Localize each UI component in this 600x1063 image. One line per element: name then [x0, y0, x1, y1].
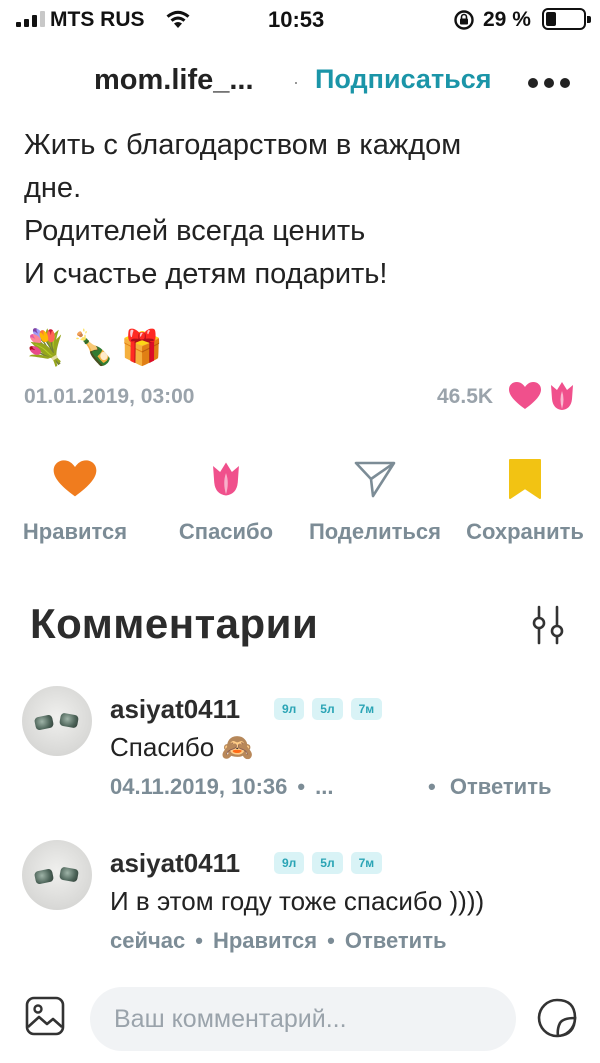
- bouquet-emoji: 💐: [24, 329, 67, 367]
- post-line: Родителей всегда ценить: [24, 215, 366, 247]
- post-line: Жить с благодарством в каждом: [24, 129, 462, 161]
- share-label: Поделиться: [308, 519, 442, 544]
- status-bar: MTS RUS 10:53 29 %: [0, 0, 600, 40]
- thanks-label: Спасибо: [178, 519, 274, 544]
- child-badge: 5л: [312, 698, 343, 720]
- send-icon: [300, 455, 450, 503]
- comment-username[interactable]: asiyat0411: [110, 848, 240, 879]
- comment-meta: сейчас • Нравится • Ответить: [110, 928, 447, 954]
- comment-date: сейчас: [110, 928, 186, 953]
- tulip-icon: [545, 379, 579, 418]
- comments-title: Комментарии: [30, 600, 319, 647]
- meta-separator: •: [428, 774, 436, 799]
- signal-icon: [16, 11, 45, 27]
- bookmark-icon: [458, 455, 592, 503]
- comment-composer: [0, 985, 600, 1057]
- more-options-icon[interactable]: [528, 78, 570, 88]
- comment-item: asiyat0411 9л 5л 7м И в этом году тоже с…: [0, 840, 600, 960]
- share-button[interactable]: Поделиться: [300, 455, 450, 545]
- rotation-lock-icon: [453, 9, 475, 36]
- post-emojis: 💐 🍾 🎁: [24, 328, 163, 368]
- avatar[interactable]: [22, 840, 92, 910]
- comment-meta: 04.11.2019, 10:36 • ...: [110, 774, 333, 800]
- meta-separator: •: [297, 774, 306, 799]
- post-header: mom.life_... · Подписаться: [0, 54, 600, 106]
- battery-icon: [542, 8, 591, 30]
- child-badges: 9л 5л 7м: [274, 698, 383, 720]
- post-body: Жить с благодарством в каждом дне. Родит…: [24, 124, 584, 296]
- child-badge: 9л: [274, 698, 305, 720]
- sticker-icon[interactable]: [536, 997, 578, 1044]
- thanks-button[interactable]: Спасибо: [168, 455, 284, 545]
- battery-percent: 29 %: [483, 8, 531, 31]
- child-badge: 7м: [350, 698, 383, 720]
- comment-reply-group: • Ответить: [428, 774, 552, 800]
- post-line: дне.: [24, 172, 82, 204]
- post-date: 01.01.2019, 03:00: [24, 385, 195, 408]
- meta-separator: •: [195, 928, 203, 953]
- reply-link[interactable]: Ответить: [345, 928, 447, 954]
- author-name[interactable]: mom.life_...: [94, 64, 254, 97]
- filter-icon[interactable]: [528, 605, 568, 652]
- like-button[interactable]: Нравится: [14, 455, 136, 545]
- comment-text: Спасибо 🙈: [110, 732, 254, 762]
- save-label: Сохранить: [466, 519, 584, 544]
- comment-username[interactable]: asiyat0411: [110, 694, 240, 725]
- comment-ellipsis[interactable]: ...: [315, 774, 333, 800]
- subscribe-button[interactable]: Подписаться: [315, 64, 492, 95]
- post-actions: Нравится Спасибо Поделиться Сохранить: [0, 455, 600, 555]
- carrier-name: MTS RUS: [50, 8, 145, 31]
- like-label: Нравится: [22, 519, 128, 544]
- child-badges: 9л 5л 7м: [274, 852, 383, 874]
- post-line: И счастье детям подарить!: [24, 258, 388, 290]
- reply-link[interactable]: Ответить: [450, 774, 552, 799]
- avatar[interactable]: [22, 686, 92, 756]
- child-badge: 5л: [312, 852, 343, 874]
- meta-separator: •: [327, 928, 335, 953]
- comment-date: 04.11.2019, 10:36: [110, 774, 288, 799]
- tulip-icon: [168, 455, 284, 503]
- comment-input[interactable]: [90, 987, 516, 1051]
- comment-item: asiyat0411 9л 5л 7м Спасибо 🙈 04.11.2019…: [0, 686, 600, 806]
- gift-emoji: 🎁: [120, 329, 164, 367]
- clock: 10:53: [268, 7, 325, 32]
- heart-icon: [508, 381, 542, 416]
- heart-icon: [14, 455, 136, 503]
- reaction-count[interactable]: 46.5K: [437, 385, 493, 409]
- image-attach-icon[interactable]: [24, 995, 66, 1042]
- champagne-emoji: 🍾: [72, 329, 115, 367]
- header-separator: ·: [293, 72, 299, 92]
- child-badge: 7м: [350, 852, 383, 874]
- child-badge: 9л: [274, 852, 305, 874]
- comment-text: И в этом году тоже спасибо )))): [110, 886, 485, 916]
- save-button[interactable]: Сохранить: [458, 455, 592, 545]
- like-link[interactable]: Нравится: [213, 928, 317, 954]
- wifi-icon: [164, 8, 192, 35]
